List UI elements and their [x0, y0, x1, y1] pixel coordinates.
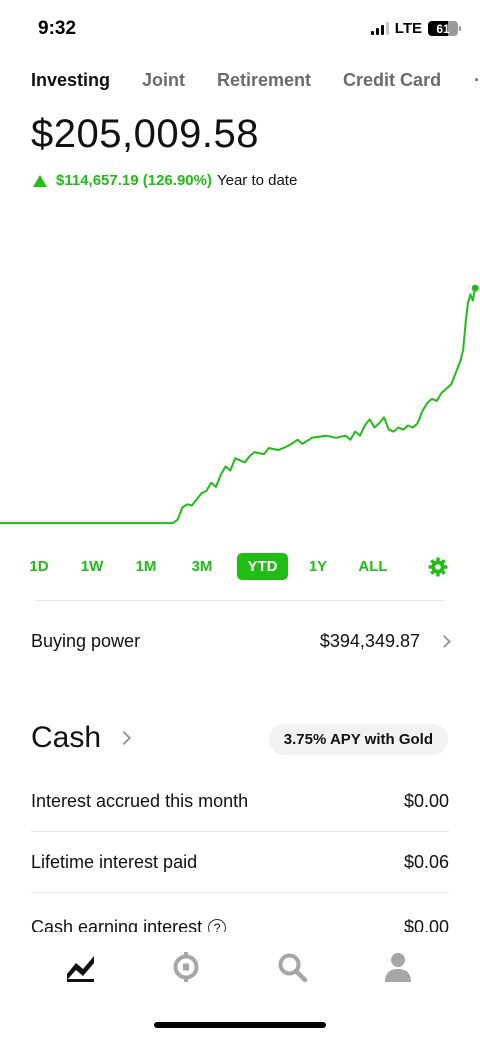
portfolio-change: $114,657.19 (126.90%) Year to date	[33, 172, 297, 189]
portfolio-balance: $205,009.58	[31, 112, 259, 156]
portfolio-chart[interactable]	[0, 270, 480, 540]
tab-retirement[interactable]: Retirement	[217, 70, 311, 91]
cash-row-earning-interest: Cash earning interest? $0.00	[31, 914, 449, 932]
crypto-icon[interactable]	[169, 950, 203, 984]
chevron-right-icon	[438, 634, 451, 648]
range-1w[interactable]: 1W	[75, 553, 109, 580]
tab-credit-card[interactable]: Credit Card	[343, 70, 441, 91]
current-value-dot	[471, 284, 479, 292]
status-bar: 9:32 LTE 61	[0, 0, 480, 60]
battery-icon: 61	[428, 21, 461, 36]
help-icon[interactable]: ?	[208, 918, 227, 932]
network-type: LTE	[394, 20, 422, 37]
range-selector: 1D 1W 1M 3M YTD 1Y ALL	[0, 553, 480, 581]
cash-row-label: Cash earning interest?	[31, 917, 227, 932]
bottom-tab-bar	[0, 940, 480, 1000]
divider	[31, 831, 449, 832]
battery-level: 61	[436, 21, 450, 36]
status-indicators: LTE 61	[370, 20, 461, 37]
cash-section-title[interactable]: Cash	[31, 721, 132, 755]
up-arrow-icon	[33, 174, 47, 187]
range-1m[interactable]: 1M	[129, 553, 163, 580]
range-ytd[interactable]: YTD	[237, 553, 288, 580]
scroll-clip: Cash earning interest? $0.00	[0, 880, 480, 932]
cash-row-value: $0.00	[403, 916, 449, 933]
account-tabs: Investing Joint Retirement Credit Card	[31, 70, 441, 91]
range-1d[interactable]: 1D	[22, 553, 56, 580]
cash-row-interest-month: Interest accrued this month $0.00	[31, 788, 449, 814]
cash-row-label: Lifetime interest paid	[31, 851, 198, 872]
range-3m[interactable]: 3M	[185, 553, 219, 580]
buying-power-value: $394,349.87	[319, 630, 420, 651]
chart-settings-gear-icon[interactable]	[428, 557, 448, 577]
buying-power-label: Buying power	[31, 630, 141, 651]
cash-row-value: $0.06	[403, 851, 449, 872]
account-icon[interactable]	[381, 950, 415, 984]
chart-icon[interactable]	[64, 950, 98, 984]
tab-investing[interactable]: Investing	[31, 70, 110, 91]
range-all[interactable]: ALL	[354, 553, 392, 580]
status-time: 9:32	[38, 18, 77, 39]
home-indicator	[154, 1022, 326, 1028]
cellular-signal-icon	[370, 22, 389, 35]
change-value: $114,657.19 (126.90%)	[56, 172, 212, 189]
range-1y[interactable]: 1Y	[301, 553, 335, 580]
cash-row-lifetime-interest: Lifetime interest paid $0.06	[31, 849, 449, 875]
cash-row-value: $0.00	[403, 790, 449, 811]
search-icon[interactable]	[275, 950, 309, 984]
divider	[36, 600, 444, 601]
change-period: Year to date	[216, 172, 298, 189]
cash-title: Cash	[31, 721, 102, 754]
apy-gold-badge[interactable]: 3.75% APY with Gold	[268, 724, 448, 755]
portfolio-line	[0, 288, 477, 525]
cash-row-label: Interest accrued this month	[31, 790, 249, 811]
tab-overflow-indicator: ·	[474, 70, 480, 90]
buying-power-row[interactable]: Buying power $394,349.87	[31, 628, 451, 654]
tab-joint[interactable]: Joint	[142, 70, 185, 91]
chevron-right-icon	[116, 730, 132, 746]
